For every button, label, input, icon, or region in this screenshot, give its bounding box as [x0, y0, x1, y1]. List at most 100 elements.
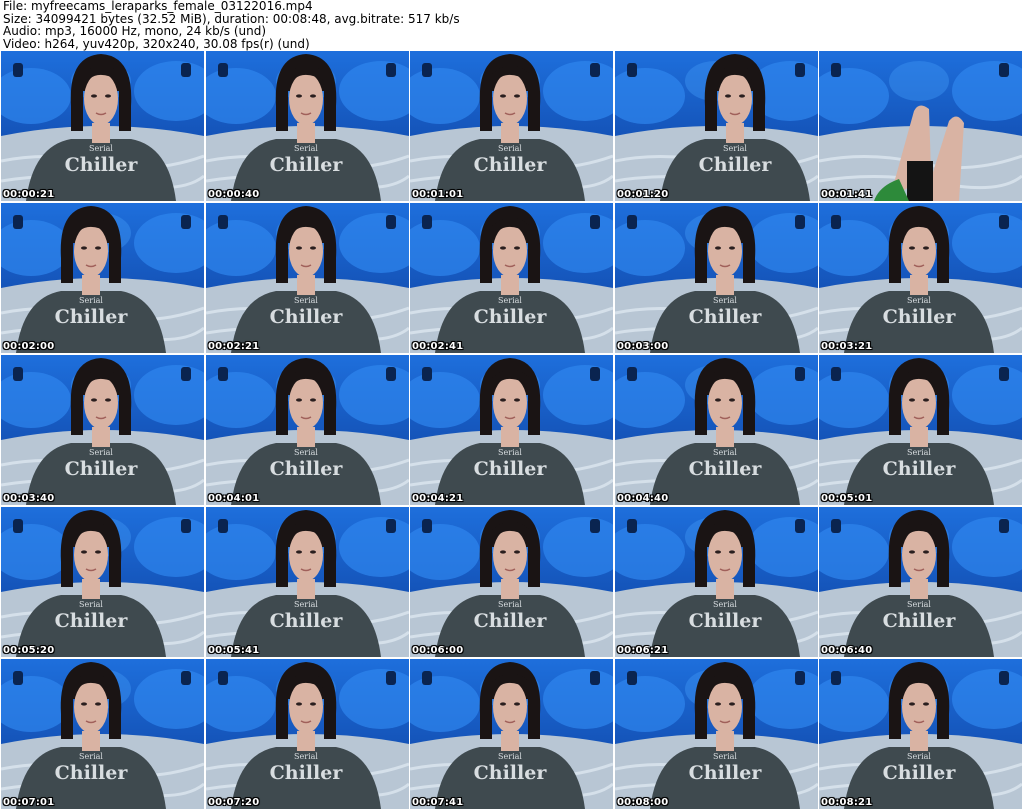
thumbnail-timestamp: 00:06:00	[412, 645, 464, 656]
video-thumbnail: Chiller Serial 00:08:21	[819, 659, 1022, 809]
thumbnail-timestamp: 00:01:01	[412, 189, 464, 200]
video-info-line: Video: h264, yuv420p, 320x240, 30.08 fps…	[3, 36, 310, 51]
video-thumbnail: Chiller Serial 00:03:40	[1, 355, 204, 505]
svg-text:Serial: Serial	[907, 752, 931, 761]
thumbnail-frame	[819, 51, 1022, 201]
svg-text:Serial: Serial	[294, 752, 318, 761]
video-thumbnail: Chiller Serial 00:03:21	[819, 203, 1022, 353]
thumbnail-timestamp: 00:05:01	[821, 493, 873, 504]
svg-text:Serial: Serial	[498, 144, 522, 153]
svg-text:Chiller: Chiller	[55, 762, 129, 784]
svg-text:Chiller: Chiller	[689, 306, 763, 328]
thumbnail-timestamp: 00:03:40	[3, 493, 55, 504]
svg-text:Chiller: Chiller	[55, 610, 129, 632]
thumbnail-timestamp: 00:08:21	[821, 797, 873, 808]
video-thumbnail: Chiller Serial 00:04:01	[206, 355, 409, 505]
thumbnail-timestamp: 00:03:00	[617, 341, 669, 352]
thumbnail-timestamp: 00:03:21	[821, 341, 873, 352]
thumbnail-grid: Chiller Serial 00:00:21 Chiller Serial 0…	[0, 51, 1024, 811]
thumbnail-frame: Chiller Serial	[1, 203, 204, 353]
svg-text:Serial: Serial	[79, 296, 103, 305]
thumbnail-timestamp: 00:01:41	[821, 189, 873, 200]
video-thumbnail: Chiller Serial 00:04:40	[615, 355, 818, 505]
svg-text:Chiller: Chiller	[65, 154, 139, 176]
thumbnail-frame: Chiller Serial	[1, 659, 204, 809]
video-thumbnail: Chiller Serial 00:06:21	[615, 507, 818, 657]
video-thumbnail: Chiller Serial 00:01:20	[615, 51, 818, 201]
thumbnail-timestamp: 00:01:20	[617, 189, 669, 200]
thumbnail-timestamp: 00:05:20	[3, 645, 55, 656]
svg-text:Serial: Serial	[294, 448, 318, 457]
video-thumbnail: Chiller Serial 00:05:01	[819, 355, 1022, 505]
thumbnail-timestamp: 00:06:40	[821, 645, 873, 656]
video-thumbnail: Chiller Serial 00:07:20	[206, 659, 409, 809]
svg-text:Chiller: Chiller	[55, 306, 129, 328]
video-thumbnail: Chiller Serial 00:05:41	[206, 507, 409, 657]
svg-text:Chiller: Chiller	[689, 610, 763, 632]
svg-text:Chiller: Chiller	[689, 762, 763, 784]
svg-text:Chiller: Chiller	[883, 458, 957, 480]
thumbnail-frame: Chiller Serial	[615, 659, 818, 809]
svg-text:Chiller: Chiller	[270, 154, 344, 176]
thumbnail-timestamp: 00:04:40	[617, 493, 669, 504]
svg-text:Serial: Serial	[89, 448, 113, 457]
video-thumbnail: Chiller Serial 00:05:20	[1, 507, 204, 657]
thumbnail-frame: Chiller Serial	[1, 355, 204, 505]
svg-text:Serial: Serial	[498, 448, 522, 457]
svg-text:Serial: Serial	[89, 144, 113, 153]
video-thumbnail: Chiller Serial 00:07:01	[1, 659, 204, 809]
thumbnail-frame: Chiller Serial	[819, 355, 1022, 505]
svg-text:Serial: Serial	[713, 448, 737, 457]
file-info-header: File: myfreecams_leraparks_female_031220…	[3, 0, 1021, 52]
thumbnail-frame: Chiller Serial	[1, 51, 204, 201]
svg-text:Chiller: Chiller	[474, 458, 548, 480]
thumbnail-frame: Chiller Serial	[206, 203, 409, 353]
svg-text:Chiller: Chiller	[883, 762, 957, 784]
svg-text:Serial: Serial	[294, 296, 318, 305]
thumbnail-timestamp: 00:07:01	[3, 797, 55, 808]
svg-text:Serial: Serial	[907, 600, 931, 609]
thumbnail-timestamp: 00:06:21	[617, 645, 669, 656]
thumbnail-timestamp: 00:04:21	[412, 493, 464, 504]
thumbnail-frame: Chiller Serial	[819, 507, 1022, 657]
svg-text:Chiller: Chiller	[270, 610, 344, 632]
thumbnail-timestamp: 00:07:41	[412, 797, 464, 808]
svg-text:Chiller: Chiller	[474, 154, 548, 176]
svg-text:Serial: Serial	[907, 296, 931, 305]
thumbnail-frame: Chiller Serial	[410, 51, 613, 201]
svg-text:Serial: Serial	[498, 296, 522, 305]
thumbnail-timestamp: 00:05:41	[208, 645, 260, 656]
svg-text:Serial: Serial	[498, 752, 522, 761]
svg-text:Chiller: Chiller	[270, 306, 344, 328]
svg-text:Chiller: Chiller	[699, 154, 773, 176]
thumbnail-timestamp: 00:08:00	[617, 797, 669, 808]
thumbnail-frame: Chiller Serial	[1, 507, 204, 657]
video-thumbnail: 00:01:41	[819, 51, 1022, 201]
video-thumbnail: Chiller Serial 00:07:41	[410, 659, 613, 809]
svg-text:Chiller: Chiller	[270, 762, 344, 784]
svg-text:Serial: Serial	[713, 752, 737, 761]
thumbnail-frame: Chiller Serial	[410, 355, 613, 505]
thumbnail-frame: Chiller Serial	[206, 659, 409, 809]
svg-text:Serial: Serial	[79, 600, 103, 609]
svg-text:Chiller: Chiller	[270, 458, 344, 480]
svg-text:Chiller: Chiller	[883, 306, 957, 328]
svg-text:Chiller: Chiller	[474, 762, 548, 784]
thumbnail-timestamp: 00:00:40	[208, 189, 260, 200]
thumbnail-frame: Chiller Serial	[206, 507, 409, 657]
svg-text:Serial: Serial	[907, 448, 931, 457]
video-thumbnail: Chiller Serial 00:06:00	[410, 507, 613, 657]
thumbnail-timestamp: 00:07:20	[208, 797, 260, 808]
video-thumbnail: Chiller Serial 00:02:21	[206, 203, 409, 353]
svg-text:Chiller: Chiller	[65, 458, 139, 480]
thumbnail-timestamp: 00:02:41	[412, 341, 464, 352]
video-thumbnail: Chiller Serial 00:01:01	[410, 51, 613, 201]
svg-text:Serial: Serial	[713, 600, 737, 609]
thumbnail-frame: Chiller Serial	[615, 355, 818, 505]
video-thumbnail: Chiller Serial 00:02:00	[1, 203, 204, 353]
svg-text:Chiller: Chiller	[474, 610, 548, 632]
video-thumbnail: Chiller Serial 00:00:40	[206, 51, 409, 201]
thumbnail-frame: Chiller Serial	[819, 659, 1022, 809]
thumbnail-frame: Chiller Serial	[206, 355, 409, 505]
svg-text:Serial: Serial	[498, 600, 522, 609]
